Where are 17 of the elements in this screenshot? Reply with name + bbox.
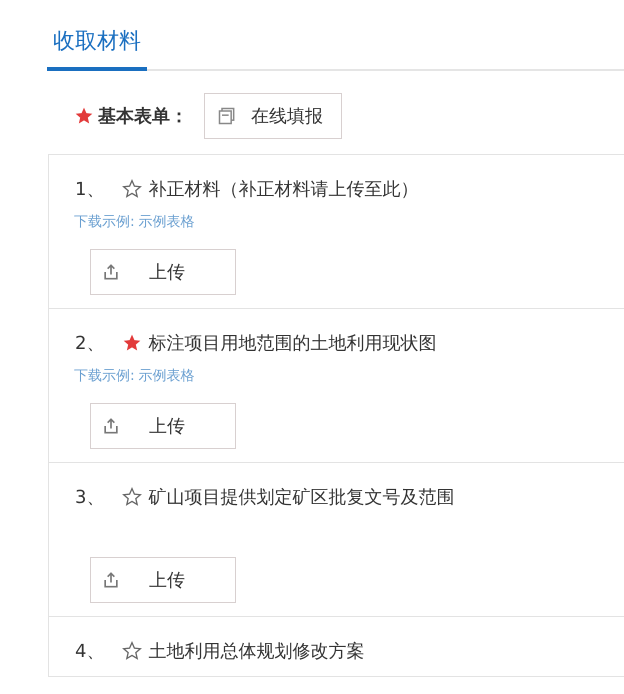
item-title: 标注项目用地范围的土地利用现状图 — [148, 332, 436, 355]
form-label: 基本表单： — [98, 105, 188, 128]
item-title: 补正材料（补正材料请上传至此） — [148, 178, 418, 201]
item-title: 土地利用总体规划修改方案 — [148, 640, 364, 663]
form-icon — [217, 106, 237, 126]
item-number: 1、 — [75, 178, 104, 201]
item-number: 4、 — [75, 640, 104, 663]
sample-label: 下载示例: — [74, 214, 135, 230]
sample-label: 下载示例: — [74, 368, 135, 384]
item-title: 矿山项目提供划定矿区批复文号及范围 — [148, 486, 454, 509]
item-number: 3、 — [75, 486, 104, 509]
upload-button[interactable]: 上传 — [90, 403, 236, 449]
tab[interactable]: 收取材料 — [47, 22, 147, 71]
item-number: 2、 — [75, 332, 104, 355]
online-fill-button[interactable]: 在线填报 — [204, 93, 342, 139]
upload-button[interactable]: 上传 — [90, 249, 236, 295]
upload-button[interactable]: 上传 — [90, 557, 236, 603]
